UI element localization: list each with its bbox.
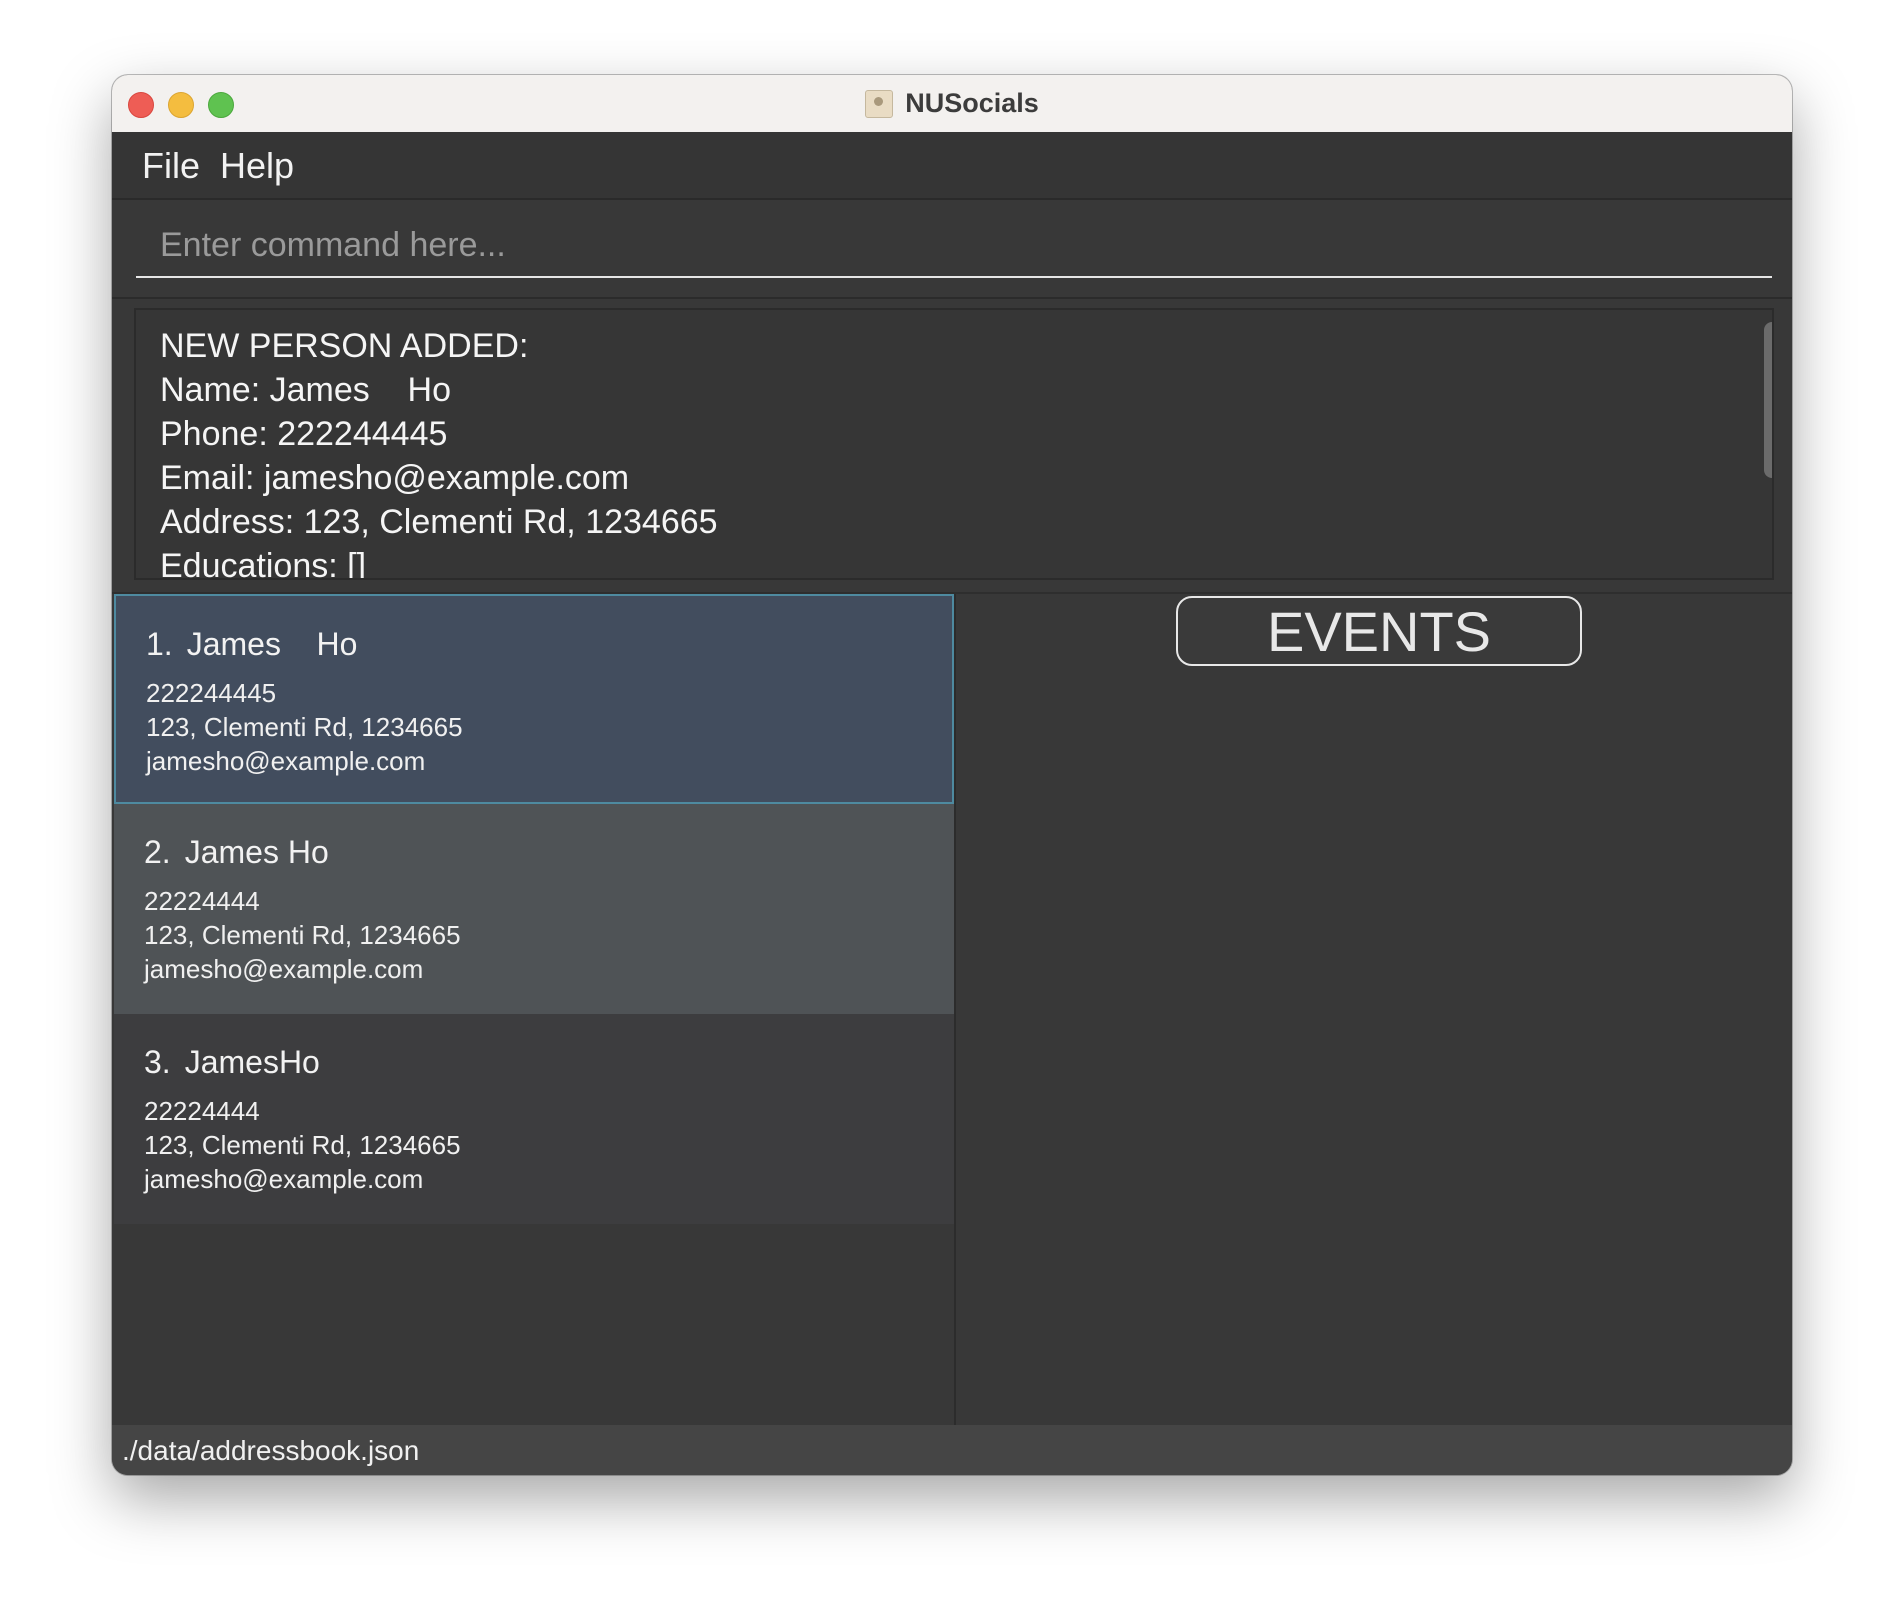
menu-file[interactable]: File	[142, 145, 200, 187]
person-email: jamesho@example.com	[144, 954, 424, 984]
person-email: jamesho@example.com	[144, 1164, 424, 1194]
person-card[interactable]: 3. JamesHo 22224444 123, Clementi Rd, 123…	[114, 1014, 954, 1224]
menu-help[interactable]: Help	[220, 145, 294, 187]
command-input[interactable]	[136, 214, 1772, 278]
person-card[interactable]: 2. James Ho 22224444 123, Clementi Rd, 12…	[114, 804, 954, 1014]
person-phone: 22224444	[144, 1096, 260, 1126]
person-name-row: 1. James Ho	[146, 626, 357, 663]
events-button[interactable]: EVENTS	[1176, 596, 1582, 666]
person-address: 123, Clementi Rd, 1234665	[146, 712, 463, 742]
person-index: 2.	[144, 834, 171, 870]
address-book-icon	[865, 89, 894, 118]
person-name: James Ho	[186, 626, 358, 662]
person-address: 123, Clementi Rd, 1234665	[144, 1130, 461, 1160]
save-location-path: ./data/addressbook.json	[122, 1435, 420, 1466]
person-name-row: 2. James Ho	[144, 834, 329, 871]
title-bar[interactable]: NUSocials	[112, 75, 1792, 133]
person-address: 123, Clementi Rd, 1234665	[144, 920, 461, 950]
person-name: James Ho	[184, 834, 329, 870]
person-list: 1. James Ho 222244445 123, Clementi Rd, 1…	[112, 594, 956, 1425]
person-index: 3.	[144, 1044, 171, 1080]
person-email: jamesho@example.com	[146, 746, 426, 776]
events-panel: EVENTS	[956, 594, 1792, 1425]
person-phone: 222244445	[146, 678, 277, 708]
window-title-group: NUSocials	[112, 75, 1792, 132]
window-title: NUSocials	[905, 88, 1039, 118]
result-text: NEW PERSON ADDED: Name: James Ho Phone: …	[160, 327, 718, 580]
person-card[interactable]: 1. James Ho 222244445 123, Clementi Rd, 1…	[114, 594, 954, 804]
person-name: JamesHo	[184, 1044, 320, 1080]
result-scrollbar[interactable]	[1764, 322, 1772, 478]
result-display: NEW PERSON ADDED: Name: James Ho Phone: …	[134, 308, 1774, 580]
menu-bar: File Help	[112, 132, 1792, 200]
app-window: NUSocials File Help NEW PERSON ADDED: Na…	[112, 75, 1792, 1475]
status-bar: ./data/addressbook.json	[112, 1425, 1792, 1475]
command-box	[112, 200, 1792, 299]
person-name-row: 3. JamesHo	[144, 1044, 320, 1081]
person-phone: 22224444	[144, 886, 260, 916]
person-index: 1.	[146, 626, 173, 662]
